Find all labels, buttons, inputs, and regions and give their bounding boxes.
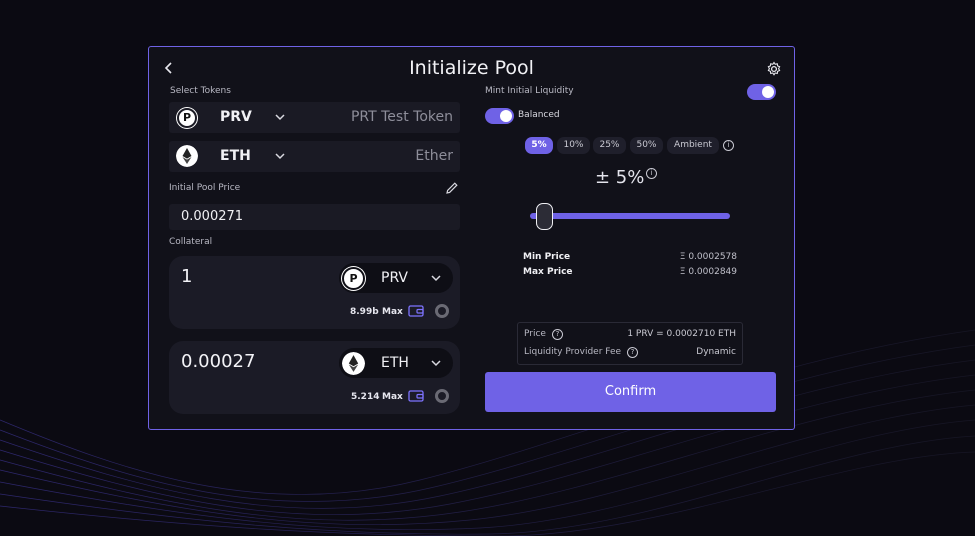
range-10-button[interactable]: 10% xyxy=(557,137,590,154)
price-value: 1 PRV = 0.0002710 ETH xyxy=(627,329,736,339)
range-ambient-button[interactable]: Ambient xyxy=(667,137,719,154)
collateral-prv-symbol: PRV xyxy=(381,270,408,286)
wallet-icon xyxy=(408,390,424,402)
collateral-label: Collateral xyxy=(169,237,213,247)
collateral-eth-radio[interactable] xyxy=(435,389,449,403)
mint-liquidity-toggle[interactable] xyxy=(747,84,776,100)
range-percentage-display: ± 5% xyxy=(595,167,645,188)
balanced-label: Balanced xyxy=(518,110,560,120)
collateral-prv-balance: 8.99b xyxy=(350,307,379,317)
chevron-down-icon xyxy=(431,275,441,282)
collateral-eth-balance: 5.214 xyxy=(351,392,380,402)
pool-info-box: Price ? 1 PRV = 0.0002710 ETH Liquidity … xyxy=(517,322,743,365)
collateral-eth-token-pill[interactable]: ETH xyxy=(339,348,453,378)
eth-coin-icon xyxy=(342,352,365,375)
token-b-symbol: ETH xyxy=(220,148,251,164)
range-50-button[interactable]: 50% xyxy=(630,137,663,154)
prv-coin-icon: P xyxy=(177,108,197,128)
token-b-selector[interactable]: ETH Ether xyxy=(169,141,460,172)
eth-coin-icon xyxy=(176,145,198,167)
collateral-prv-panel: 1 P PRV 8.99b Max xyxy=(169,256,460,329)
range-info-icon[interactable]: i xyxy=(723,140,734,151)
lp-fee-value: Dynamic xyxy=(696,347,736,357)
balanced-toggle[interactable] xyxy=(485,108,514,124)
max-price-value: Ξ 0.0002849 xyxy=(679,267,737,277)
collateral-prv-amount-input[interactable]: 1 xyxy=(181,266,192,287)
collateral-eth-max-button[interactable]: Max xyxy=(382,392,403,402)
initial-pool-price-label: Initial Pool Price xyxy=(169,183,241,193)
mint-initial-liquidity-label: Mint Initial Liquidity xyxy=(485,86,574,96)
chevron-down-icon xyxy=(431,360,441,367)
collateral-prv-max-button[interactable]: Max xyxy=(382,307,403,317)
chevron-down-icon xyxy=(275,153,285,160)
settings-gear-icon[interactable] xyxy=(766,61,782,77)
collateral-prv-token-pill[interactable]: P PRV xyxy=(339,263,453,293)
wallet-icon xyxy=(408,305,424,317)
edit-pencil-icon[interactable] xyxy=(445,181,459,195)
token-a-name: PRT Test Token xyxy=(350,109,453,125)
range-slider-thumb[interactable] xyxy=(536,203,553,230)
min-price-label: Min Price xyxy=(523,252,571,262)
range-25-button[interactable]: 25% xyxy=(593,137,626,154)
collateral-eth-panel: 0.00027 ETH 5.214 Max xyxy=(169,341,460,414)
range-display-info-icon[interactable]: i xyxy=(646,168,657,179)
select-tokens-label: Select Tokens xyxy=(170,86,231,96)
initial-pool-price-input[interactable]: 0.000271 xyxy=(169,204,460,230)
max-price-label: Max Price xyxy=(523,267,573,277)
range-5-button[interactable]: 5% xyxy=(525,137,553,154)
range-slider-track[interactable] xyxy=(530,213,730,219)
initialize-pool-modal: Initialize Pool Select Tokens P PRV PRT … xyxy=(148,46,795,430)
collateral-eth-symbol: ETH xyxy=(381,355,409,371)
confirm-button[interactable]: Confirm xyxy=(485,372,776,412)
prv-coin-icon: P xyxy=(342,267,365,290)
collateral-eth-amount-input[interactable]: 0.00027 xyxy=(181,351,255,372)
token-a-symbol: PRV xyxy=(220,109,252,125)
lp-fee-info-icon[interactable]: ? xyxy=(627,347,638,358)
min-price-value: Ξ 0.0002578 xyxy=(679,252,737,262)
chevron-down-icon xyxy=(275,114,285,121)
lp-fee-label: Liquidity Provider Fee xyxy=(524,347,622,357)
collateral-prv-radio[interactable] xyxy=(435,304,449,318)
initial-pool-price-value: 0.000271 xyxy=(181,209,244,224)
token-a-selector[interactable]: P PRV PRT Test Token xyxy=(169,102,460,133)
price-label: Price xyxy=(524,329,546,339)
modal-title: Initialize Pool xyxy=(409,57,534,79)
token-b-name: Ether xyxy=(415,148,453,164)
price-info-icon[interactable]: ? xyxy=(552,329,563,340)
